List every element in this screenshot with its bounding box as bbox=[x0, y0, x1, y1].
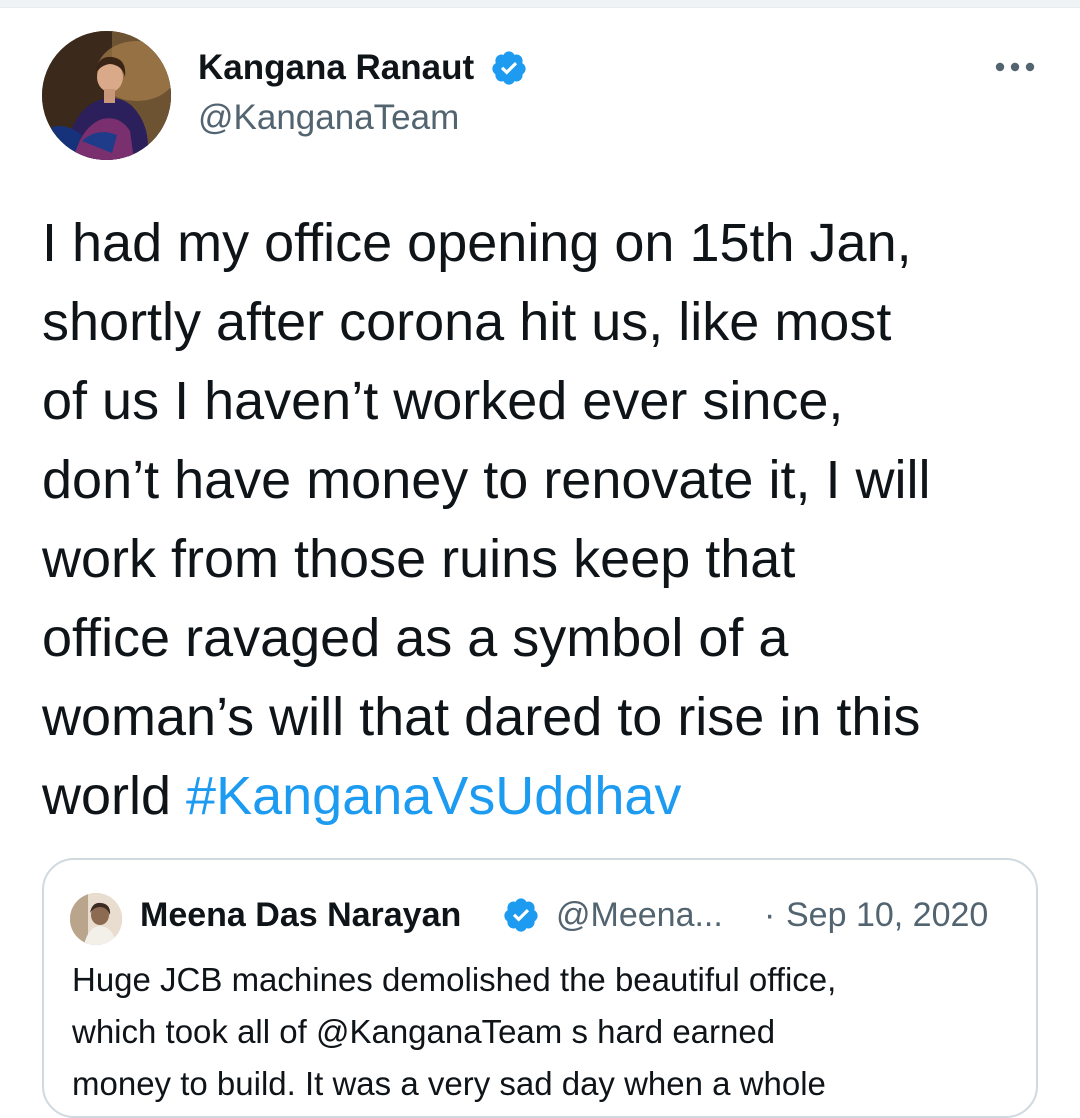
tweet-text-line: I had my office opening on 15th Jan, bbox=[42, 213, 912, 273]
tweet-text-line: of us I haven’t worked ever since, bbox=[42, 371, 844, 431]
quoted-tweet-card[interactable]: Meena Das Narayan @Meena... · Sep 10, 20… bbox=[42, 858, 1038, 1118]
meta-separator: · bbox=[764, 896, 776, 934]
author-avatar[interactable] bbox=[42, 31, 171, 160]
tweet-text-line: don’t have money to renovate it, I will bbox=[42, 450, 931, 510]
quoted-author-name[interactable]: Meena Das Narayan bbox=[140, 896, 461, 935]
tweet-text-last-line: world #KanganaVsUddhav bbox=[42, 757, 1052, 836]
quoted-author-handle[interactable]: @Meena... bbox=[556, 896, 723, 935]
quoted-text-line: money to build. It was a very sad day wh… bbox=[72, 1065, 826, 1102]
tweet-text-line: shortly after corona hit us, like most bbox=[42, 292, 892, 352]
tweet-text-line: work from those ruins keep that bbox=[42, 529, 796, 589]
quoted-tweet-date[interactable]: Sep 10, 2020 bbox=[786, 896, 988, 935]
tweet-text-line: office ravaged as a symbol of a bbox=[42, 608, 789, 668]
more-options-icon[interactable] bbox=[990, 50, 1040, 84]
quoted-tweet-text: Huge JCB machines demolished the beautif… bbox=[72, 954, 1032, 1110]
verified-badge-icon bbox=[504, 898, 538, 932]
tweet-text-line: woman’s will that dared to rise in this bbox=[42, 687, 921, 747]
quoted-text-line: which took all of @KanganaTeam s hard ea… bbox=[72, 1013, 776, 1050]
verified-badge-icon bbox=[492, 51, 526, 85]
tweet-text-fragment: world bbox=[42, 766, 187, 826]
tweet-text: I had my office opening on 15th Jan, sho… bbox=[42, 204, 1052, 836]
quoted-text-line: Huge JCB machines demolished the beautif… bbox=[72, 961, 837, 998]
top-divider bbox=[0, 0, 1080, 8]
hashtag-link[interactable]: #KanganaVsUddhav bbox=[186, 766, 681, 826]
author-name[interactable]: Kangana Ranaut bbox=[198, 48, 474, 88]
author-handle[interactable]: @KanganaTeam bbox=[198, 98, 459, 138]
quoted-author-avatar[interactable] bbox=[70, 893, 122, 945]
